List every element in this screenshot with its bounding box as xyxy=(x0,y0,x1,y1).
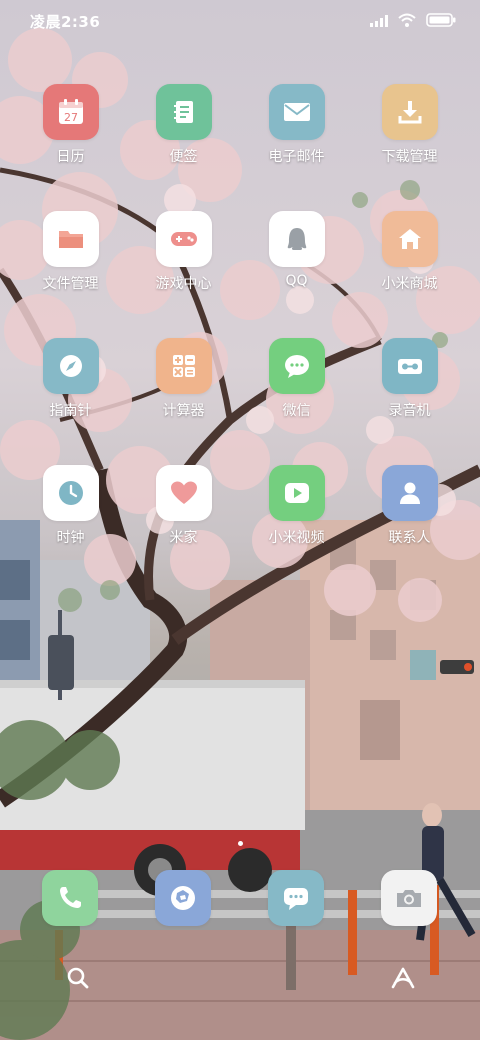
status-time: 凌晨2:36 xyxy=(30,13,101,31)
page-indicator xyxy=(0,841,480,846)
calendar-icon: 27 xyxy=(42,84,99,140)
heart-icon xyxy=(155,465,212,521)
app-downloads[interactable]: 下载管理 xyxy=(353,84,466,166)
download-icon xyxy=(381,84,438,140)
dock-phone[interactable] xyxy=(42,870,98,926)
calculator-icon xyxy=(155,338,212,394)
app-calculator[interactable]: 计算器 xyxy=(127,338,240,420)
app-label: 游戏中心 xyxy=(155,276,212,292)
contact-icon xyxy=(381,465,438,521)
dock-messages[interactable] xyxy=(268,870,324,926)
app-label: 计算器 xyxy=(162,403,205,419)
gamepad-icon xyxy=(155,211,212,267)
app-label: 米家 xyxy=(169,530,198,546)
wechat-icon xyxy=(268,338,325,394)
app-mi-store[interactable]: 小米商城 xyxy=(353,211,466,293)
app-mi-video[interactable]: 小米视频 xyxy=(240,465,353,547)
store-icon xyxy=(381,211,438,267)
app-files[interactable]: 文件管理 xyxy=(14,211,127,293)
signal-icon xyxy=(370,12,388,31)
app-label: 小米商城 xyxy=(381,276,438,292)
app-label: 微信 xyxy=(282,403,311,419)
battery-icon xyxy=(426,12,456,31)
phone-icon xyxy=(60,887,81,908)
clock-icon xyxy=(42,465,99,521)
app-label: QQ xyxy=(285,273,308,289)
app-label: 电子邮件 xyxy=(268,149,325,165)
app-label: 文件管理 xyxy=(42,276,99,292)
home-screen: 凌晨2:36 27 日历 便签 电子邮件 下载管理 文件管理 游戏中心 QQ 小… xyxy=(0,0,480,1040)
app-label: 指南针 xyxy=(49,403,92,419)
app-label: 录音机 xyxy=(388,403,431,419)
app-notes[interactable]: 便签 xyxy=(127,84,240,166)
dock-camera[interactable] xyxy=(381,870,437,926)
page-dot-active xyxy=(237,841,243,846)
message-icon xyxy=(284,888,308,910)
assistant-icon xyxy=(391,967,415,989)
dock-browser[interactable] xyxy=(155,870,211,926)
app-contacts[interactable]: 联系人 xyxy=(353,465,466,547)
app-label: 日历 xyxy=(56,149,85,165)
app-label: 小米视频 xyxy=(268,530,325,546)
camera-icon xyxy=(397,890,421,907)
play-icon xyxy=(268,465,325,521)
app-label: 下载管理 xyxy=(381,149,438,165)
app-wechat[interactable]: 微信 xyxy=(240,338,353,420)
app-mijia[interactable]: 米家 xyxy=(127,465,240,547)
app-recorder[interactable]: 录音机 xyxy=(353,338,466,420)
compass-icon xyxy=(42,338,99,394)
search-icon xyxy=(67,967,89,989)
assistant-button[interactable] xyxy=(383,958,423,998)
app-label: 时钟 xyxy=(56,530,85,546)
app-label: 联系人 xyxy=(388,530,431,546)
app-calendar[interactable]: 27 日历 xyxy=(14,84,127,166)
app-qq[interactable]: QQ xyxy=(240,211,353,289)
search-button[interactable] xyxy=(58,958,98,998)
qq-icon xyxy=(268,211,325,267)
app-game-center[interactable]: 游戏中心 xyxy=(127,211,240,293)
app-clock[interactable]: 时钟 xyxy=(14,465,127,547)
browser-icon xyxy=(171,886,195,910)
mail-icon xyxy=(268,84,325,140)
recorder-icon xyxy=(381,338,438,394)
wifi-icon xyxy=(398,12,416,31)
calendar-day: 27 xyxy=(64,111,78,124)
app-compass[interactable]: 指南针 xyxy=(14,338,127,420)
status-bar: 凌晨2:36 xyxy=(0,0,480,40)
notes-icon xyxy=(155,84,212,140)
folder-icon xyxy=(42,211,99,267)
app-email[interactable]: 电子邮件 xyxy=(240,84,353,166)
app-label: 便签 xyxy=(169,149,198,165)
